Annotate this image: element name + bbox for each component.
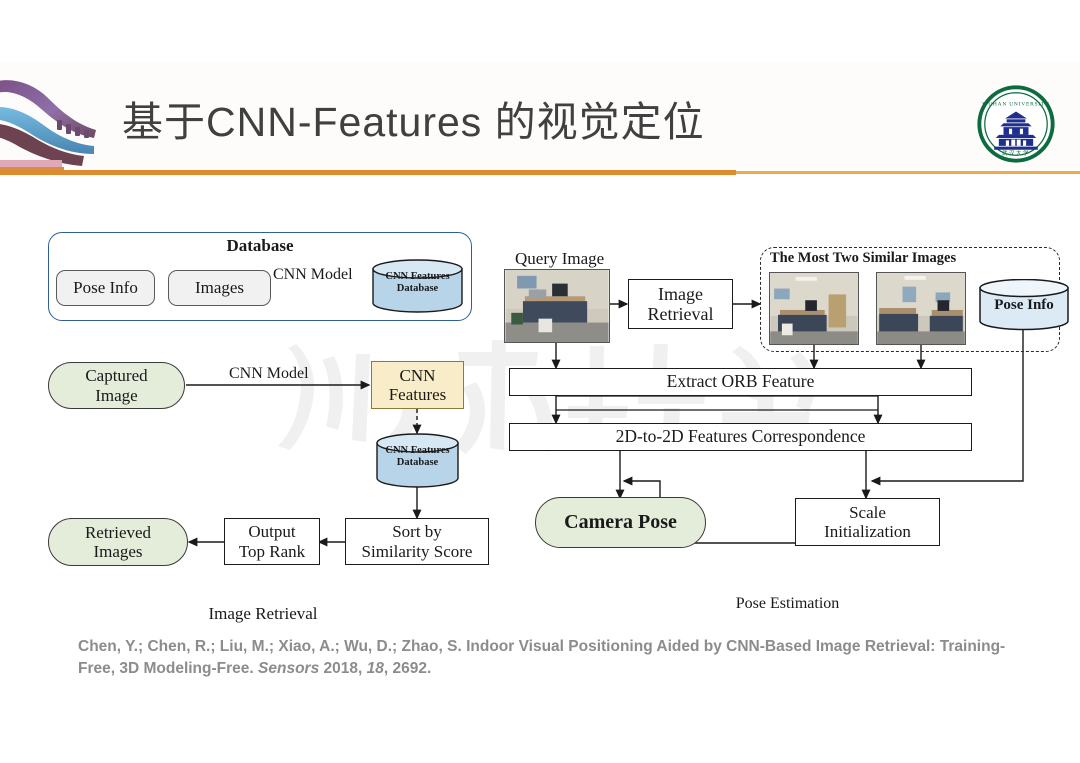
query-image-label: Query Image [515,249,605,268]
node-captured-image[interactable]: Captured Image [48,362,185,409]
node-extract-orb-feature[interactable]: Extract ORB Feature [509,368,972,396]
header-divider-thin [736,171,1080,174]
citation-part1: Chen, Y.; Chen, R.; Liu, M.; Xiao, A.; W… [78,638,1006,678]
node-pose-info-db[interactable]: Pose Info [56,270,155,306]
citation-journal: Sensors [258,660,320,678]
wuhan-university-seal-icon: WUHAN UNIVERSITY 武汉大学 [977,85,1055,163]
similar-image-1-photo[interactable] [769,272,859,345]
citation-part3: , 2692. [383,660,432,678]
cnn-db-1-line1: CNN Features [385,271,450,282]
similar-images-group-title: The Most Two Similar Images [770,250,957,266]
similar-image-2-photo[interactable] [876,272,966,345]
cylinder-cnn-features-database-2-label: CNN Features Database [375,445,460,469]
output-top-line1: Output [248,522,296,542]
cnn-features-line1: CNN [399,365,436,385]
sort-by-line1: Sort by [392,522,442,542]
citation: Chen, Y.; Chen, R.; Liu, M.; Xiao, A.; W… [78,636,1008,681]
scale-init-line1: Scale [849,502,886,522]
right-diagram-caption: Pose Estimation [735,595,840,612]
sort-by-line2: Similarity Score [361,541,473,561]
svg-text:WUHAN UNIVERSITY: WUHAN UNIVERSITY [982,101,1049,107]
node-output-top-rank[interactable]: Output Top Rank [224,518,320,565]
node-retrieved-images[interactable]: Retrieved Images [48,518,188,566]
edge-label-cnn-model: CNN Model [229,365,309,382]
query-image-photo[interactable] [504,269,610,343]
chinese-roof-ornament-icon [0,80,96,171]
citation-part2: 2018, [319,660,367,678]
node-camera-pose[interactable]: Camera Pose [535,497,706,548]
cnn-db-2-line1: CNN Features [385,445,450,456]
node-2d-to-2d-correspondence[interactable]: 2D-to-2D Features Correspondence [509,423,972,451]
node-cnn-features[interactable]: CNN Features [371,361,464,409]
database-group-title: Database [226,236,294,255]
image-retrieval-line1: Image [658,283,703,304]
cnn-features-line2: Features [388,385,447,404]
node-images[interactable]: Images [168,270,271,306]
image-retrieval-line2: Retrieval [647,304,714,324]
node-image-retrieval[interactable]: Image Retrieval [628,279,733,329]
page-title: 基于CNN-Features 的视觉定位 [122,99,705,145]
header-divider-thick [0,170,736,175]
left-diagram-caption: Image Retrieval [208,604,318,623]
output-top-line2: Top Rank [238,541,306,561]
captured-image-line2: Image [95,385,138,405]
cylinder-cnn-features-database-1-label: CNN Features Database [371,271,464,295]
node-sort-by-similarity-score[interactable]: Sort by Similarity Score [345,518,489,565]
retrieved-line1: Retrieved [84,522,152,542]
node-scale-initialization[interactable]: Scale Initialization [795,498,940,546]
slide-canvas: 基于CNN-Features 的视觉定位 WUHAN UNIVERSITY 武汉… [0,0,1080,763]
edge-label-cnn-model-db: CNN Model [273,266,353,283]
citation-volume: 18 [366,660,384,678]
cnn-db-1-line2: Database [396,283,439,295]
cnn-db-2-line2: Database [396,457,439,469]
cylinder-pose-info-label: Pose Info [994,297,1054,313]
retrieved-line2: Images [93,542,143,561]
captured-image-line1: Captured [85,366,148,386]
scale-init-line2: Initialization [824,522,911,541]
